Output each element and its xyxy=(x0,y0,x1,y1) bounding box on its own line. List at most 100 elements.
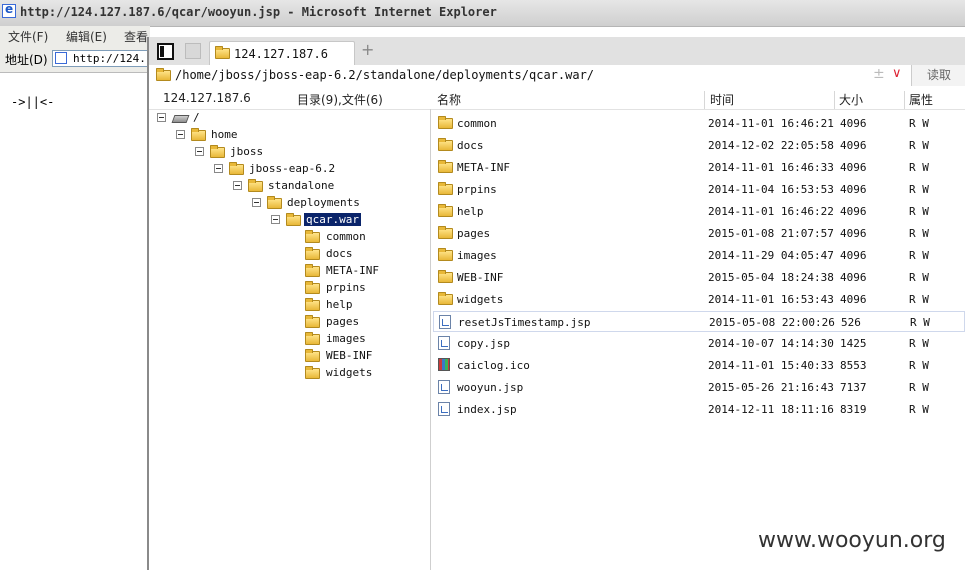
file-time: 2014-11-01 16:46:33 xyxy=(708,161,834,174)
file-name: copy.jsp xyxy=(457,337,510,350)
tree-label: standalone xyxy=(268,179,335,192)
file-size: 4096 xyxy=(840,293,867,306)
tree-label: docs xyxy=(326,247,353,260)
file-size: 1425 xyxy=(840,337,867,350)
tree-label: jboss xyxy=(230,145,264,158)
file-row[interactable]: index.jsp 2014-12-11 18:11:16 8319 R W xyxy=(433,399,965,420)
file-name: caiclog.ico xyxy=(457,359,530,372)
ie-window-title: http://124.127.187.6/qcar/wooyun.jsp - M… xyxy=(20,5,497,19)
new-tab-icon[interactable]: + xyxy=(361,40,374,59)
file-attr: R W xyxy=(909,183,929,196)
file-time: 2014-10-07 14:14:30 xyxy=(708,337,834,350)
folder-icon xyxy=(438,292,453,305)
file-time: 2015-01-08 21:07:57 xyxy=(708,227,834,240)
file-manager-window: 124.127.187.6 + /home/jboss/jboss-eap-6.… xyxy=(147,37,965,570)
file-row[interactable]: resetJsTimestamp.jsp 2015-05-08 22:00:26 5… xyxy=(433,311,965,332)
file-row[interactable]: copy.jsp 2014-10-07 14:14:30 1425 R W xyxy=(433,333,965,354)
column-time[interactable]: 时间 xyxy=(710,91,734,108)
tab-bar: 124.127.187.6 + xyxy=(149,37,965,66)
summary-label: 目录(9),文件(6) xyxy=(297,93,383,107)
file-name: prpins xyxy=(457,183,497,196)
file-row[interactable]: prpins 2014-11-04 16:53:53 4096 R W xyxy=(433,179,965,200)
file-attr: R W xyxy=(909,139,929,152)
image-file-icon xyxy=(438,358,450,371)
folder-icon xyxy=(305,349,320,362)
file-time: 2015-05-04 18:24:38 xyxy=(708,271,834,284)
file-time: 2014-12-11 18:11:16 xyxy=(708,403,834,416)
file-row[interactable]: help 2014-11-01 16:46:22 4096 R W xyxy=(433,201,965,222)
file-name: WEB-INF xyxy=(457,271,504,284)
file-attr: R W xyxy=(909,161,929,174)
panel-toggle-icon[interactable] xyxy=(157,43,174,60)
file-row[interactable]: images 2014-11-29 04:05:47 4096 R W xyxy=(433,245,965,266)
tree-label: prpins xyxy=(326,281,366,294)
folder-icon xyxy=(438,204,453,217)
file-row[interactable]: widgets 2014-11-01 16:53:43 4096 R W xyxy=(433,289,965,310)
file-size: 4096 xyxy=(840,227,867,240)
menu-edit[interactable]: 编辑(E) xyxy=(66,28,107,45)
directory-tree: / home jboss jboss-eap-6.2 standalone de… xyxy=(149,109,431,570)
file-time: 2014-12-02 22:05:58 xyxy=(708,139,834,152)
read-button[interactable]: 读取 xyxy=(911,65,965,86)
folder-icon xyxy=(286,213,301,226)
file-name: resetJsTimestamp.jsp xyxy=(458,316,591,329)
file-name: META-INF xyxy=(457,161,510,174)
file-size: 4096 xyxy=(840,117,867,130)
file-time: 2014-11-04 16:53:53 xyxy=(708,183,834,196)
folder-icon xyxy=(438,226,453,239)
file-time: 2014-11-01 16:46:22 xyxy=(708,205,834,218)
file-icon xyxy=(439,315,451,329)
file-attr: R W xyxy=(909,271,929,284)
folder-icon xyxy=(248,179,263,192)
file-size: 526 xyxy=(841,316,861,329)
folder-icon xyxy=(305,298,320,311)
file-row[interactable]: common 2014-11-01 16:46:21 4096 R W xyxy=(433,113,965,134)
collapse-icon[interactable] xyxy=(157,113,166,122)
file-row[interactable]: META-INF 2014-11-01 16:46:33 4096 R W xyxy=(433,157,965,178)
file-row[interactable]: caiclog.ico 2014-11-01 15:40:33 8553 R W xyxy=(433,355,965,376)
file-size: 7137 xyxy=(840,381,867,394)
collapse-icon[interactable] xyxy=(252,198,261,207)
file-row[interactable]: docs 2014-12-02 22:05:58 4096 R W xyxy=(433,135,965,156)
column-size[interactable]: 大小 xyxy=(839,91,863,108)
collapse-icon[interactable] xyxy=(195,147,204,156)
file-size: 8319 xyxy=(840,403,867,416)
host-label: 124.127.187.6 xyxy=(163,91,251,105)
file-list: common 2014-11-01 16:46:21 4096 R W docs 2014… xyxy=(431,109,965,570)
column-attr[interactable]: 属性 xyxy=(909,91,933,108)
collapse-icon[interactable] xyxy=(271,215,280,224)
file-row[interactable]: wooyun.jsp 2015-05-26 21:16:43 7137 R W xyxy=(433,377,965,398)
collapse-icon[interactable] xyxy=(176,130,185,139)
collapse-icon[interactable] xyxy=(233,181,242,190)
folder-icon xyxy=(156,68,171,81)
tree-label: common xyxy=(326,230,366,243)
file-row[interactable]: WEB-INF 2015-05-04 18:24:38 4096 R W xyxy=(433,267,965,288)
file-attr: R W xyxy=(909,249,929,262)
folder-icon xyxy=(438,182,453,195)
file-time: 2014-11-29 04:05:47 xyxy=(708,249,834,262)
file-attr: R W xyxy=(909,337,929,350)
path-bar: /home/jboss/jboss-eap-6.2/standalone/dep… xyxy=(149,65,965,88)
page-icon xyxy=(55,52,67,64)
file-name: docs xyxy=(457,139,484,152)
folder-icon xyxy=(438,116,453,129)
file-attr: R W xyxy=(909,403,929,416)
ie-page-body: ->||<- xyxy=(0,73,147,570)
column-name[interactable]: 名称 xyxy=(437,91,461,108)
collapse-icon[interactable] xyxy=(214,164,223,173)
address-input[interactable]: http://124.12 xyxy=(52,50,159,67)
tab-host[interactable]: 124.127.187.6 xyxy=(209,41,355,66)
menu-view[interactable]: 查看 xyxy=(124,28,148,45)
folder-icon xyxy=(191,128,206,141)
path-input[interactable]: /home/jboss/jboss-eap-6.2/standalone/dep… xyxy=(175,68,594,82)
chevron-down-icon[interactable]: ∨ xyxy=(892,66,902,81)
file-time: 2014-11-01 16:53:43 xyxy=(708,293,834,306)
file-row[interactable]: pages 2015-01-08 21:07:57 4096 R W xyxy=(433,223,965,244)
folder-icon xyxy=(438,248,453,261)
file-size: 4096 xyxy=(840,205,867,218)
file-name: widgets xyxy=(457,293,504,306)
folder-icon xyxy=(305,281,320,294)
blank-tab-icon[interactable] xyxy=(185,43,201,59)
menu-file[interactable]: 文件(F) xyxy=(8,28,48,45)
star-icon[interactable]: ± xyxy=(873,66,885,82)
